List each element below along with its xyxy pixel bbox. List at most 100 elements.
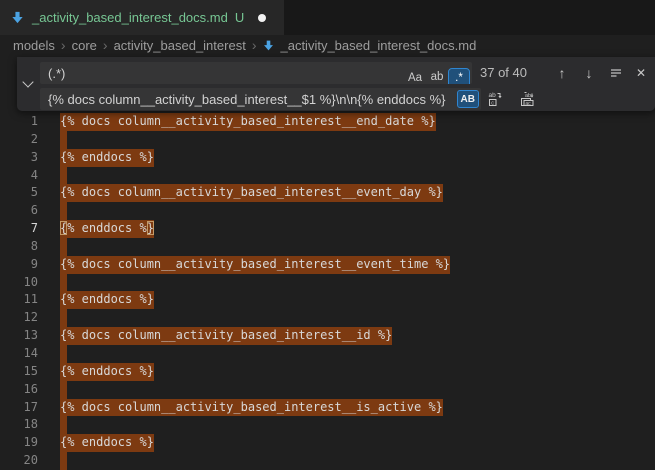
breadcrumb-item-models[interactable]: models: [13, 38, 55, 53]
code-line[interactable]: 3 {% enddocs %}: [0, 149, 655, 167]
find-input-value: (.*): [48, 66, 65, 81]
regex-button[interactable]: .*: [449, 69, 469, 84]
line-number: 3: [0, 149, 44, 167]
replace-all-button[interactable]: ab ac: [517, 88, 539, 110]
line-number: 18: [0, 416, 44, 434]
line-number: 2: [0, 131, 44, 149]
code-line[interactable]: 14: [0, 345, 655, 363]
preserve-case-button[interactable]: AB: [458, 91, 478, 107]
find-match-highlight: {% enddocs %}: [60, 149, 154, 167]
close-find-button[interactable]: ✕: [630, 62, 652, 84]
toggle-replace-button[interactable]: [17, 57, 38, 111]
arrow-up-icon: ↑: [559, 65, 566, 81]
find-replace-widget: (.*) Aa ab .* 37 of 40 ↑ ↓ ✕ {% docs col…: [17, 57, 655, 111]
code-line[interactable]: 6: [0, 202, 655, 220]
markdown-file-icon: [10, 10, 25, 25]
code-line[interactable]: 4: [0, 167, 655, 185]
line-number: 15: [0, 363, 44, 381]
find-in-selection-button[interactable]: [605, 62, 627, 84]
line-number: 1: [0, 113, 44, 131]
breadcrumb-item-file[interactable]: _activity_based_interest_docs.md: [262, 38, 476, 53]
find-match-sliver: [60, 416, 67, 434]
replace-input[interactable]: {% docs column__activity_based_interest_…: [40, 88, 481, 110]
match-case-button[interactable]: Aa: [405, 69, 425, 84]
find-match-highlight: {% enddocs %}: [60, 291, 154, 309]
code-line[interactable]: 18: [0, 416, 655, 434]
code-line[interactable]: 11 {% enddocs %}: [0, 291, 655, 309]
unsaved-indicator-dot[interactable]: [258, 14, 266, 22]
code-editor[interactable]: 1 {% docs column__activity_based_interest…: [0, 113, 655, 470]
line-content: [60, 131, 67, 149]
line-content: [60, 167, 67, 185]
line-content: {% docs column__activity_based_interest_…: [60, 184, 443, 202]
tab-filename: _activity_based_interest_docs.md: [32, 10, 228, 25]
chevron-right-icon: ›: [252, 37, 257, 53]
chevron-right-icon: ›: [61, 37, 66, 53]
breadcrumb-item-folder[interactable]: activity_based_interest: [114, 38, 246, 53]
line-content: [60, 381, 67, 399]
line-number: 13: [0, 327, 44, 345]
line-number: 17: [0, 399, 44, 417]
find-match-sliver: [60, 131, 67, 149]
line-content: [60, 416, 67, 434]
svg-text:ac: ac: [525, 101, 531, 107]
line-content: {% enddocs %}: [60, 149, 154, 167]
replace-input-value: {% docs column__activity_based_interest_…: [48, 92, 445, 107]
find-match-highlight: {% enddocs %}: [60, 363, 154, 381]
line-content: [60, 345, 67, 363]
code-line[interactable]: 8: [0, 238, 655, 256]
whole-word-button[interactable]: ab: [427, 69, 447, 84]
editor-tab[interactable]: _activity_based_interest_docs.md U: [0, 0, 284, 35]
find-match-sliver: [60, 309, 67, 327]
code-line[interactable]: 12: [0, 309, 655, 327]
line-number: 6: [0, 202, 44, 220]
code-line[interactable]: 16: [0, 381, 655, 399]
find-match-highlight: {% enddocs %}: [60, 220, 154, 238]
chevron-right-icon: ›: [103, 37, 108, 53]
code-line[interactable]: 1 {% docs column__activity_based_interest…: [0, 113, 655, 131]
find-next-button[interactable]: ↓: [578, 62, 600, 84]
code-lines: 1 {% docs column__activity_based_interest…: [0, 113, 655, 470]
replace-button[interactable]: ab c: [485, 88, 507, 110]
code-line[interactable]: 20: [0, 452, 655, 470]
line-number: 16: [0, 381, 44, 399]
svg-text:ab: ab: [489, 92, 497, 99]
line-content: {% docs column__activity_based_interest_…: [60, 399, 443, 417]
code-line[interactable]: 17 {% docs column__activity_based_interes…: [0, 399, 655, 417]
find-match-highlight: {% docs column__activity_based_interest_…: [60, 113, 436, 131]
code-line[interactable]: 2: [0, 131, 655, 149]
line-number: 5: [0, 184, 44, 202]
line-number: 9: [0, 256, 44, 274]
find-match-sliver: [60, 345, 67, 363]
code-line[interactable]: 7 {% enddocs %}: [0, 220, 655, 238]
line-content: {% docs column__activity_based_interest_…: [60, 327, 392, 345]
find-match-sliver: [60, 381, 67, 399]
line-number: 7: [0, 220, 44, 238]
line-number: 4: [0, 167, 44, 185]
code-line[interactable]: 13 {% docs column__activity_based_interes…: [0, 327, 655, 345]
line-content: {% enddocs %}: [60, 363, 154, 381]
line-content: {% enddocs %}: [60, 220, 154, 238]
svg-text:c: c: [491, 100, 494, 106]
code-line[interactable]: 9 {% docs column__activity_based_interest…: [0, 256, 655, 274]
code-line[interactable]: 5 {% docs column__activity_based_interest…: [0, 184, 655, 202]
line-content: [60, 274, 67, 292]
find-input[interactable]: (.*) Aa ab .*: [40, 62, 472, 84]
find-previous-button[interactable]: ↑: [551, 62, 573, 84]
line-number: 10: [0, 274, 44, 292]
line-content: {% docs column__activity_based_interest_…: [60, 113, 436, 131]
line-content: [60, 452, 67, 470]
line-number: 11: [0, 291, 44, 309]
bracket-match-box: }: [147, 221, 154, 235]
chevron-down-icon: [22, 76, 33, 87]
breadcrumb-item-core[interactable]: core: [72, 38, 97, 53]
line-content: {% docs column__activity_based_interest_…: [60, 256, 450, 274]
code-line[interactable]: 10: [0, 274, 655, 292]
code-line[interactable]: 19{% enddocs %}: [0, 434, 655, 452]
match-count: 37 of 40: [480, 62, 527, 84]
find-match-highlight: {% docs column__activity_based_interest_…: [60, 399, 443, 417]
breadcrumb: models › core › activity_based_interest …: [0, 35, 655, 56]
find-match-sliver: [60, 238, 67, 256]
code-line[interactable]: 15 {% enddocs %}: [0, 363, 655, 381]
selection-lines-icon: [609, 66, 623, 80]
